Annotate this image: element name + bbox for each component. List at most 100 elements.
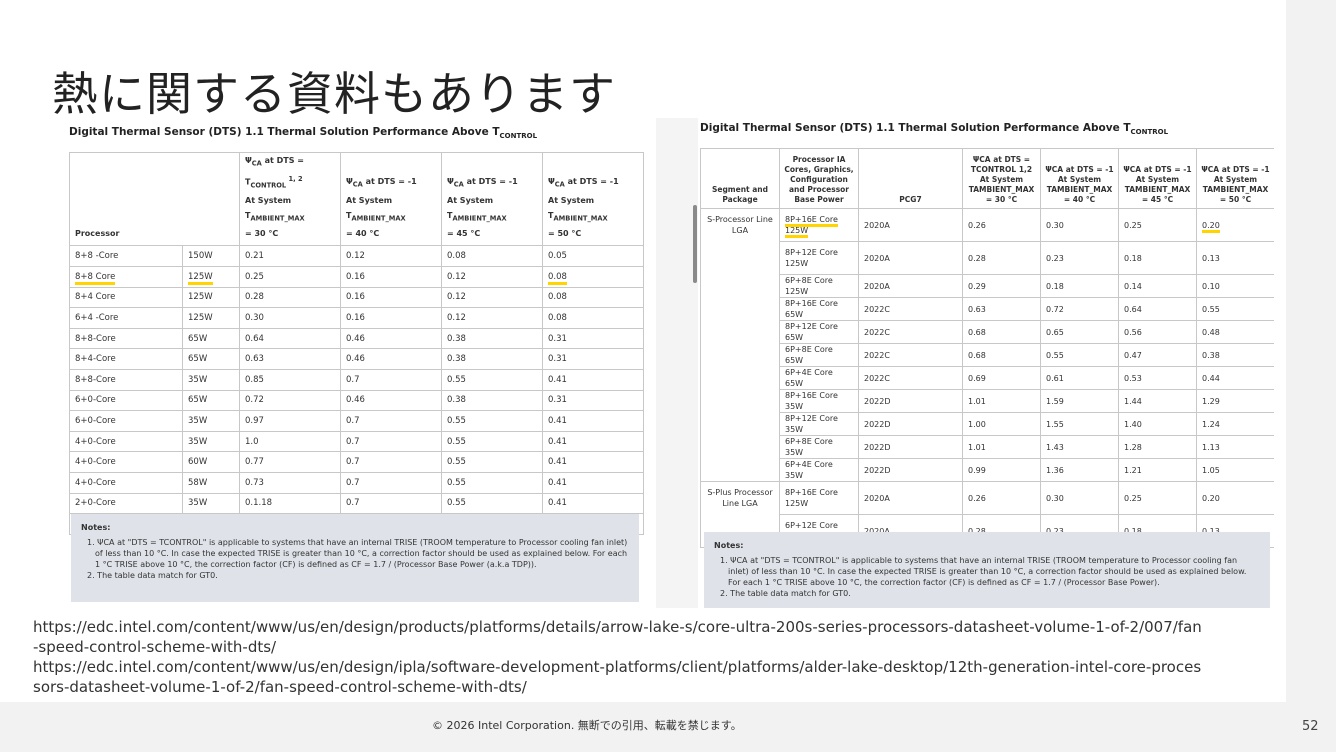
table-cell: 1.59 — [1040, 389, 1119, 413]
table-cell: 65W — [182, 348, 240, 370]
table-cell: 0.25 — [1118, 208, 1197, 242]
table-cell: 58W — [182, 471, 240, 494]
table-cell: 35W — [182, 369, 240, 391]
table-cell: 0.64 — [239, 327, 341, 350]
table-cell: 65W — [182, 327, 240, 350]
table-cell: 0.16 — [340, 286, 442, 309]
table-row: 8+8 Core 125W 0.25 0.16 0.12 0.08 — [69, 266, 644, 288]
table-cell: 65W — [182, 389, 240, 412]
source-url-line[interactable]: sors-datasheet-volume-1-of-2/fan-speed-c… — [33, 677, 1263, 697]
table-cell: 0.05 — [542, 245, 644, 268]
table-row: 8+8 -Core 150W 0.21 0.12 0.08 0.05 — [69, 245, 644, 268]
table-row: 4+0-Core 60W 0.77 0.7 0.55 0.41 — [69, 451, 644, 473]
table-row: 6P+4E Core 35W 2022D 0.99 1.36 1.21 1.05 — [701, 458, 1274, 482]
table-cell: 0.08 — [542, 266, 644, 288]
table-cell: 0.14 — [1118, 274, 1197, 298]
table-cell: 0.48 — [1196, 320, 1274, 344]
header-processor: Processor — [69, 151, 240, 247]
table-cell: 0.68 — [962, 320, 1041, 344]
table-cell: 0.63 — [239, 348, 341, 370]
table-row: 8+8-Core 65W 0.64 0.46 0.38 0.31 — [69, 327, 644, 350]
table-cell: 8+8 -Core — [69, 245, 183, 268]
table-cell: 0.46 — [340, 348, 442, 370]
table-cell: 6P+8E Core 65W — [779, 343, 859, 367]
table-cell: 0.63 — [962, 297, 1041, 321]
table-cell: 0.99 — [962, 458, 1041, 482]
table-cell: 8P+12E Core 65W — [779, 320, 859, 344]
table-cell: 0.38 — [441, 348, 543, 370]
table-row: 8+4-Core 65W 0.63 0.46 0.38 0.31 — [69, 348, 644, 370]
table-cell: 0.72 — [1040, 297, 1119, 321]
table-row: 4+0-Core 58W 0.73 0.7 0.55 0.41 — [69, 471, 644, 494]
table-cell: 6P+8E Core 125W — [779, 274, 859, 298]
table-cell: 6+0-Core — [69, 389, 183, 412]
left-datasheet-panel: Digital Thermal Sensor (DTS) 1.1 Thermal… — [69, 122, 644, 608]
table-row: 6+0-Core 35W 0.97 0.7 0.55 0.41 — [69, 410, 644, 432]
table-cell: 6P+4E Core 35W — [779, 458, 859, 482]
left-notes-box: Notes: 1. ΨCA at "DTS = TCONTROL" is app… — [71, 514, 639, 602]
table-cell: 0.7 — [340, 492, 442, 515]
table-cell: 0.55 — [441, 410, 543, 432]
table-cell: 0.1.18 — [239, 492, 341, 515]
table-cell: 125W — [182, 286, 240, 309]
table-cell: 8P+16E Core 125W — [779, 208, 859, 242]
segment-cell: S-Processor Line LGA — [700, 208, 780, 482]
header-dts-40c: ΨCA at DTS = -1 At System TAMBIENT_MAX =… — [340, 151, 442, 247]
table-row: 8P+12E Core 65W 2022C 0.68 0.65 0.56 0.48 — [701, 320, 1274, 344]
table-row: 2+0-Core 35W 0.1.18 0.7 0.55 0.41 — [69, 492, 644, 515]
table-cell: 2022D — [858, 412, 963, 436]
page-number: 52 — [1302, 719, 1319, 734]
table-cell: 60W — [182, 451, 240, 473]
table-cell: 8P+12E Core 125W — [779, 241, 859, 275]
table-cell: 1.40 — [1118, 412, 1197, 436]
table-cell: 0.41 — [542, 430, 644, 453]
table-cell: 1.24 — [1196, 412, 1274, 436]
notes-title: Notes: — [81, 523, 111, 532]
table-cell: 1.00 — [962, 412, 1041, 436]
note-item: 2. The table data match for GT0. — [720, 589, 851, 598]
right-margin-band — [1286, 0, 1336, 752]
table-cell: 2022D — [858, 389, 963, 413]
source-url-line[interactable]: https://edc.intel.com/content/www/us/en/… — [33, 657, 1263, 677]
source-url-line[interactable]: -speed-control-scheme-with-dts/ — [33, 637, 1263, 657]
table-row: 6+4 -Core 125W 0.30 0.16 0.12 0.08 — [69, 307, 644, 329]
table-cell: 0.21 — [239, 245, 341, 268]
table-cell: 0.38 — [441, 389, 543, 412]
table-row: 6P+8E Core 35W 2022D 1.01 1.43 1.28 1.13 — [701, 435, 1274, 459]
table-cell: 0.08 — [441, 245, 543, 268]
table-cell: 0.16 — [340, 307, 442, 329]
table-cell: 0.64 — [1118, 297, 1197, 321]
table-cell: 0.28 — [962, 241, 1041, 275]
table-cell: 1.01 — [962, 435, 1041, 459]
notes-title: Notes: — [714, 541, 744, 550]
table-cell: 2022D — [858, 435, 963, 459]
table-cell: 0.30 — [1040, 481, 1119, 515]
table-cell: 0.08 — [542, 286, 644, 309]
table-cell: 125W — [182, 266, 240, 288]
table-cell: 2022D — [858, 458, 963, 482]
table-cell: 1.29 — [1196, 389, 1274, 413]
right-notes-box: Notes: 1. ΨCA at "DTS = TCONTROL" is app… — [704, 532, 1270, 608]
table-cell: 2020A — [858, 241, 963, 275]
table-cell: 0.7 — [340, 430, 442, 453]
header-segment-package: Segment and Package — [700, 148, 780, 209]
table-row: 8P+16E Core 35W 2022D 1.01 1.59 1.44 1.29 — [701, 389, 1274, 413]
table-cell: 0.25 — [1118, 481, 1197, 515]
table-cell: 0.28 — [239, 286, 341, 309]
table-cell: 0.12 — [441, 307, 543, 329]
table-cell: 6+4 -Core — [69, 307, 183, 329]
header-pcg: PCG7 — [858, 148, 963, 209]
table-cell: 35W — [182, 410, 240, 432]
scrollbar-thumb[interactable] — [693, 205, 697, 283]
table-cell: 0.53 — [1118, 366, 1197, 390]
table-cell: 0.26 — [962, 208, 1041, 242]
table-cell: 8+8-Core — [69, 327, 183, 350]
table-cell: 8P+12E Core 35W — [779, 412, 859, 436]
table-row: 4+0-Core 35W 1.0 0.7 0.55 0.41 — [69, 430, 644, 453]
table-row: 8P+16E Core 65W 2022C 0.63 0.72 0.64 0.55 — [701, 297, 1274, 321]
source-url-line[interactable]: https://edc.intel.com/content/www/us/en/… — [33, 617, 1263, 637]
table-cell: 8+8 Core — [69, 266, 183, 288]
table-cell: 0.31 — [542, 327, 644, 350]
copyright-notice: © 2026 Intel Corporation. 無断での引用、転載を禁じます… — [432, 719, 742, 732]
table-cell: 1.13 — [1196, 435, 1274, 459]
